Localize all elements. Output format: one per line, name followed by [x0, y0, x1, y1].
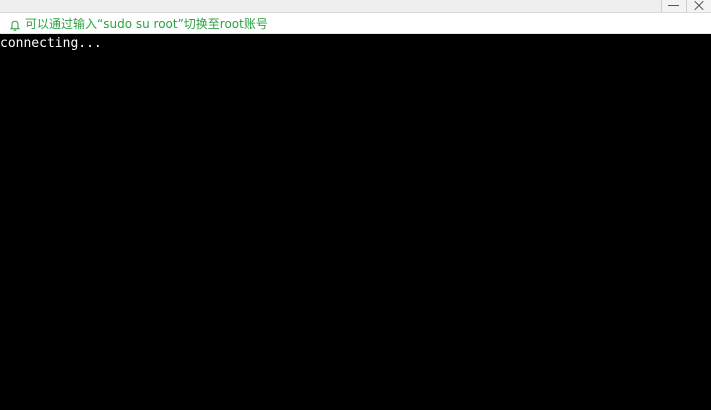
window-title-bar: [0, 0, 711, 13]
terminal-window: 可以通过输入“sudo su root”切换至root账号 connecting…: [0, 0, 711, 410]
minimize-button[interactable]: [661, 0, 686, 12]
bell-icon: [9, 17, 21, 31]
close-button[interactable]: [686, 0, 711, 12]
window-controls: [661, 0, 711, 12]
minimize-icon: [668, 5, 679, 6]
terminal-output[interactable]: connecting...: [0, 34, 711, 410]
terminal-line: connecting...: [0, 36, 102, 51]
notice-bar: 可以通过输入“sudo su root”切换至root账号: [0, 13, 711, 34]
notice-text: 可以通过输入“sudo su root”切换至root账号: [25, 16, 268, 31]
